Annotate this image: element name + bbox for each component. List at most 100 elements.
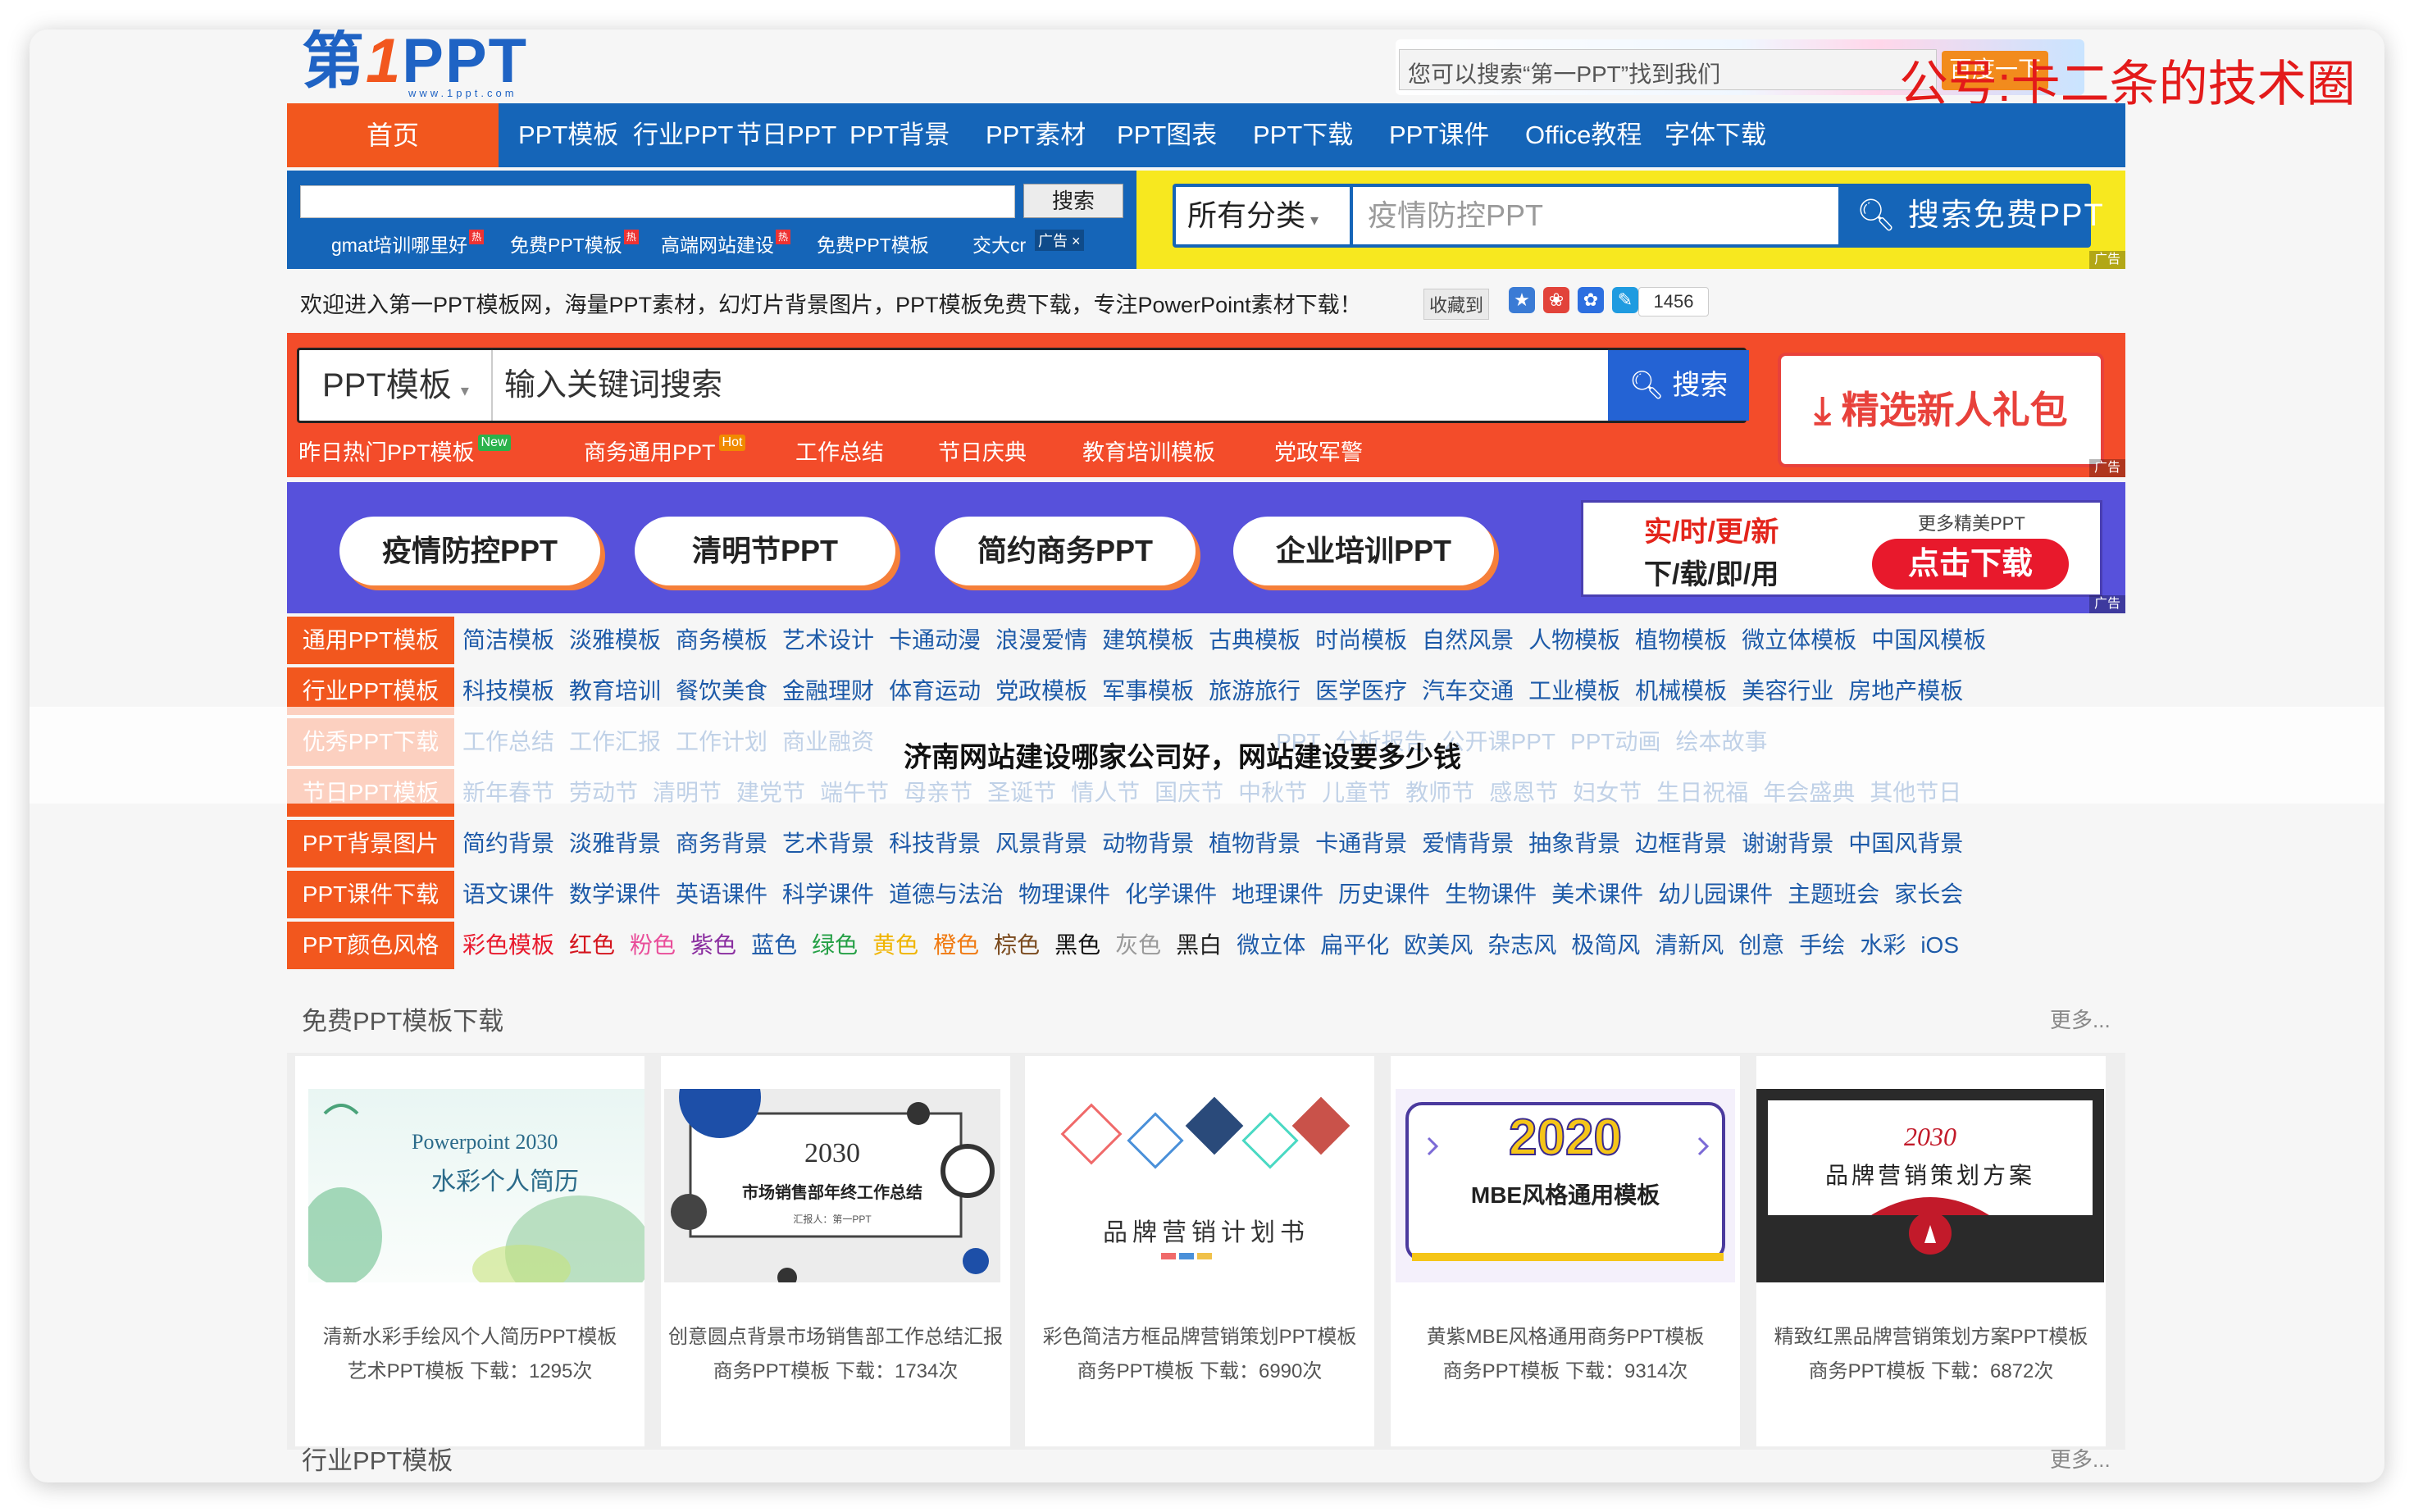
category-link[interactable]: 杂志风 — [1487, 932, 1556, 958]
category-link[interactable]: 彩色模板 — [462, 932, 554, 958]
category-link[interactable]: 古典模板 — [1209, 627, 1300, 653]
topic-pill[interactable]: 企业培训PPT — [1233, 517, 1494, 585]
category-link[interactable]: 植物模板 — [1635, 627, 1727, 653]
category-link[interactable]: 简约背景 — [462, 831, 554, 856]
category-link[interactable]: 中国风模板 — [1871, 627, 1986, 653]
category-link[interactable]: 时尚模板 — [1315, 627, 1407, 653]
category-link[interactable]: 紫色 — [690, 932, 736, 958]
category-link[interactable]: 谢谢背景 — [1742, 831, 1833, 856]
category-link[interactable]: 黄色 — [872, 932, 918, 958]
free-ppt-search-input[interactable]: 疫情防控PPT — [1353, 187, 1838, 244]
category-link[interactable]: 爱情背景 — [1422, 831, 1514, 856]
hot-link[interactable]: 党政军警 — [1274, 435, 1363, 467]
category-link[interactable]: 科技模板 — [462, 678, 554, 704]
category-select[interactable]: 所有分类 ▾ — [1176, 187, 1350, 244]
hot-link[interactable]: 节日庆典 — [938, 435, 1027, 467]
category-link[interactable]: 微立体模板 — [1742, 627, 1856, 653]
baidu-paw-icon[interactable]: ✿ — [1578, 287, 1604, 313]
category-link[interactable]: 主题班会 — [1788, 881, 1879, 907]
category-link[interactable]: 建筑模板 — [1102, 627, 1194, 653]
category-link[interactable]: 餐饮美食 — [676, 678, 767, 704]
category-link[interactable]: 人物模板 — [1528, 627, 1620, 653]
category-link[interactable]: 创意 — [1738, 932, 1784, 958]
category-link[interactable]: 工业模板 — [1528, 678, 1620, 704]
category-link[interactable]: 抽象背景 — [1528, 831, 1620, 856]
category-link[interactable]: 浪漫爱情 — [995, 627, 1087, 653]
card-title[interactable]: 黄紫MBE风格通用商务PPT模板 — [1391, 1320, 1740, 1349]
nav-item-holiday[interactable]: 节日PPT — [736, 103, 836, 167]
template-card[interactable]: 2030 品牌营销策划方案 精致红黑品牌营销策划方案PPT模板 商务PPT模板 … — [1756, 1056, 2106, 1446]
category-link[interactable]: 体育运动 — [889, 678, 981, 704]
category-link[interactable]: 机械模板 — [1635, 678, 1727, 704]
category-link[interactable]: 灰色 — [1115, 932, 1161, 958]
category-link[interactable]: 黑白 — [1176, 932, 1222, 958]
category-link[interactable]: 极简风 — [1571, 932, 1640, 958]
category-link[interactable]: 艺术背景 — [782, 831, 874, 856]
category-link[interactable]: 商务背景 — [676, 831, 767, 856]
section-more-link[interactable]: 更多... — [2050, 1004, 2111, 1034]
ad-search-button[interactable]: 搜索 — [1023, 184, 1123, 218]
hot-link[interactable]: 工作总结 — [795, 435, 884, 467]
template-thumbnail[interactable]: 品牌营销计划书 — [1038, 1089, 1374, 1282]
category-link[interactable]: 数学课件 — [569, 881, 661, 907]
category-link[interactable]: 金融理财 — [782, 678, 874, 704]
category-link[interactable]: 棕色 — [994, 932, 1040, 958]
category-link[interactable]: 手绘 — [1799, 932, 1845, 958]
category-link[interactable]: 党政模板 — [995, 678, 1087, 704]
nav-item-courseware[interactable]: PPT课件 — [1389, 103, 1489, 167]
template-thumbnail[interactable]: 2020 MBE风格通用模板 — [1396, 1089, 1735, 1282]
ad-link[interactable]: 免费PPT模板热 — [510, 230, 639, 257]
hot-link[interactable]: 教育培训模板 — [1082, 435, 1215, 467]
category-link[interactable]: 艺术设计 — [782, 627, 874, 653]
template-card[interactable]: 品牌营销计划书 彩色简洁方框品牌营销策划PPT模板 商务PPT模板 下载：699… — [1025, 1056, 1374, 1446]
category-link[interactable]: 边框背景 — [1635, 831, 1727, 856]
category-link[interactable]: 房地产模板 — [1848, 678, 1963, 704]
template-thumbnail[interactable]: 2030 品牌营销策划方案 — [1756, 1089, 2104, 1282]
category-link[interactable]: 化学课件 — [1125, 881, 1217, 907]
category-link[interactable]: 动物背景 — [1102, 831, 1194, 856]
ad-link[interactable]: 交大cr — [972, 230, 1026, 257]
template-card[interactable]: 2030 市场销售部年终工作总结 汇报人：第一PPT 创意圆点背景市场销售部工作… — [661, 1056, 1010, 1446]
nav-item-charts[interactable]: PPT图表 — [1117, 103, 1217, 167]
nav-item-backgrounds[interactable]: PPT背景 — [849, 103, 950, 167]
category-link[interactable]: 粉色 — [630, 932, 676, 958]
topic-pill[interactable]: 清明节PPT — [635, 517, 895, 585]
ad-link[interactable]: gmat培训哪里好热 — [331, 230, 485, 257]
category-link[interactable]: 卡通背景 — [1315, 831, 1407, 856]
category-link[interactable]: 生物课件 — [1445, 881, 1537, 907]
topic-pill[interactable]: 疫情防控PPT — [339, 517, 600, 585]
hot-link[interactable]: 商务通用PPT Hot — [584, 435, 746, 467]
ad-link[interactable]: 高端网站建设热 — [661, 230, 790, 257]
category-link[interactable]: 淡雅背景 — [569, 831, 661, 856]
nav-item-office-tutorial[interactable]: Office教程 — [1525, 103, 1642, 167]
template-thumbnail[interactable]: 2030 市场销售部年终工作总结 汇报人：第一PPT — [664, 1089, 1000, 1282]
category-link[interactable]: 军事模板 — [1102, 678, 1194, 704]
category-link[interactable]: 简洁模板 — [462, 627, 554, 653]
category-link[interactable]: 科技背景 — [889, 831, 981, 856]
category-link[interactable]: 教育培训 — [569, 678, 661, 704]
category-link[interactable]: 中国风背景 — [1848, 831, 1963, 856]
nav-home[interactable]: 首页 — [287, 103, 499, 167]
category-link[interactable]: 欧美风 — [1404, 932, 1473, 958]
new-user-gift-button[interactable]: ⤓ 精选新人礼包 — [1778, 353, 2104, 467]
category-link[interactable]: 家长会 — [1894, 881, 1963, 907]
card-title[interactable]: 精致红黑品牌营销策划方案PPT模板 — [1756, 1320, 2106, 1349]
card-title[interactable]: 清新水彩手绘风个人简历PPT模板 — [295, 1320, 644, 1349]
category-link[interactable]: 清新风 — [1655, 932, 1724, 958]
top-search-input[interactable]: 您可以搜索“第一PPT”找到我们 — [1399, 49, 1937, 90]
category-link[interactable]: 语文课件 — [462, 881, 554, 907]
site-logo[interactable]: 第1PPT www.1ppt.com — [302, 30, 597, 100]
category-link[interactable]: 橙色 — [933, 932, 979, 958]
category-row-head[interactable]: PPT背景图片 — [287, 820, 454, 868]
card-title[interactable]: 创意圆点背景市场销售部工作总结汇报 — [661, 1320, 1010, 1349]
template-card[interactable]: Powerpoint 2030 水彩个人简历 清新水彩手绘风个人简历PPT模板 … — [295, 1056, 644, 1446]
template-category-select[interactable]: PPT模板 ▾ — [299, 350, 493, 421]
category-link[interactable]: 黑色 — [1054, 932, 1100, 958]
template-search-button[interactable]: 🔍︎ 搜索 — [1608, 350, 1749, 421]
template-search-input[interactable]: 输入关键词搜索 — [504, 350, 1480, 421]
ad-link[interactable]: 免费PPT模板 — [817, 230, 929, 257]
category-link[interactable]: 水彩 — [1860, 932, 1906, 958]
category-link[interactable]: 物理课件 — [1018, 881, 1110, 907]
template-card[interactable]: 2020 MBE风格通用模板 黄紫MBE风格通用商务PPT模板 商务PPT模板 … — [1391, 1056, 1740, 1446]
category-link[interactable]: 汽车交通 — [1422, 678, 1514, 704]
